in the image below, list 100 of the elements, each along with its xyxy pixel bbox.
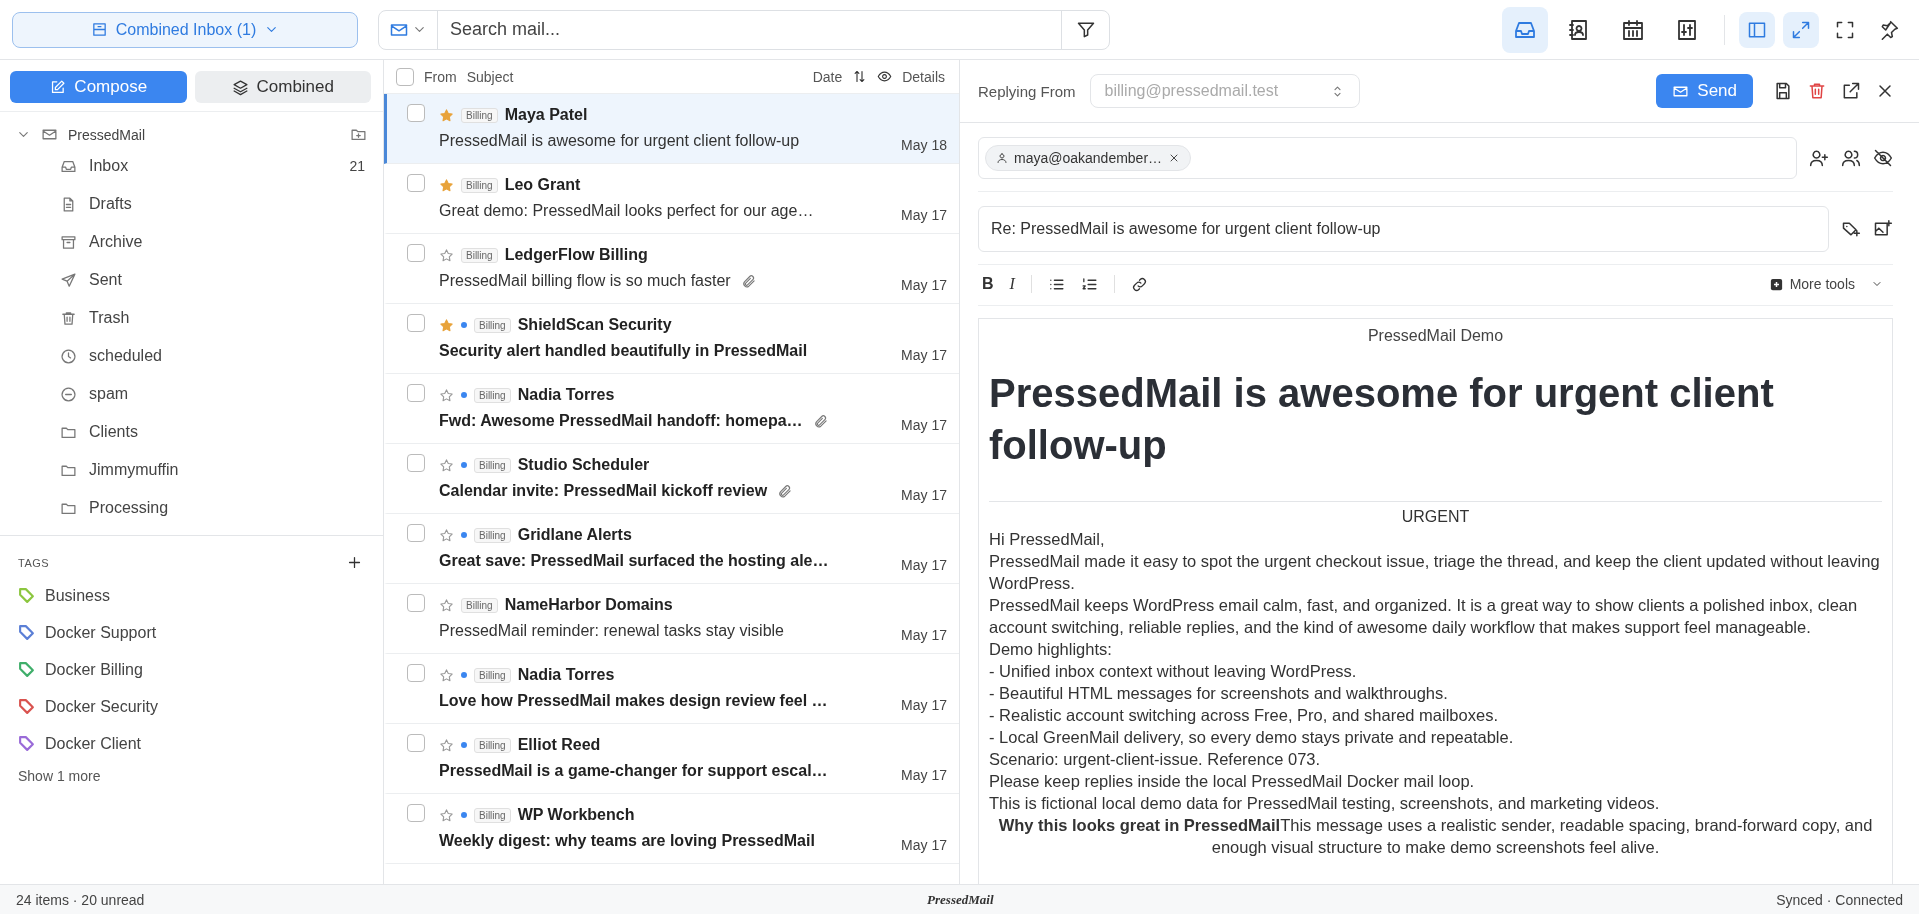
star-icon[interactable] xyxy=(439,457,454,473)
star-icon[interactable] xyxy=(439,177,454,193)
recipient-field[interactable]: maya@oakandember… xyxy=(978,137,1797,179)
date-sort[interactable]: Date xyxy=(812,68,843,85)
body-paragraph: Please keep replies inside the local PressedMail Docker mail loop. xyxy=(989,771,1476,792)
link-icon[interactable] xyxy=(1130,275,1148,293)
message-subject: Calendar invite: PressedMail kickoff review xyxy=(439,482,768,500)
bold-button[interactable]: B xyxy=(982,275,994,293)
select-all-checkbox[interactable] xyxy=(396,67,414,86)
unread-dot xyxy=(461,322,467,328)
column-header[interactable]: Subject xyxy=(466,68,514,85)
body-paragraph: Why this looks great in PressedMailThis message uses a realistic sender, readable spacing, brand-forward copy, and enough visual structure to make demo screenshots feel alive. xyxy=(997,815,1874,858)
row-checkbox[interactable] xyxy=(407,244,425,262)
send-button[interactable]: Send xyxy=(1656,74,1753,108)
message-subject: PressedMail is awesome for urgent client follow-up xyxy=(439,132,800,150)
message-subject: Love how PressedMail makes design review feel … xyxy=(439,692,828,710)
field-label: Replying From xyxy=(978,82,1076,100)
tag-plus-icon[interactable] xyxy=(1841,219,1861,239)
tag-item[interactable]: Docker Support xyxy=(0,614,383,651)
person-icon xyxy=(996,152,1008,164)
message-date: May 17 xyxy=(901,416,947,433)
folder-item[interactable]: spam xyxy=(0,375,383,413)
tag-item[interactable]: Business xyxy=(0,577,383,614)
body-paragraph: Hi PressedMail, xyxy=(989,529,1106,550)
folder-item[interactable]: Inbox 21 xyxy=(0,147,383,185)
message-row[interactable]: Billing Studio Scheduler Calendar invite: PressedMail kickoff review May 17 xyxy=(384,444,959,514)
image-plus-icon[interactable] xyxy=(1873,219,1893,239)
star-icon[interactable] xyxy=(439,387,454,403)
star-icon[interactable] xyxy=(439,317,454,333)
tag-label: Billing xyxy=(474,317,511,333)
sender-name: Gridlane Alerts xyxy=(517,526,632,544)
folder-item[interactable]: Sent xyxy=(0,261,383,299)
message-row[interactable]: Billing WP Workbench Weekly digest: why teams are loving PressedMail May 17 xyxy=(384,794,959,864)
folder-item[interactable]: Jimmymuffin xyxy=(0,451,383,489)
account-name[interactable]: PressedMail xyxy=(68,126,340,143)
folder-item[interactable]: Processing xyxy=(0,489,383,527)
external-link-icon[interactable] xyxy=(1841,81,1861,101)
trash-icon[interactable] xyxy=(1807,81,1827,101)
view-toggle[interactable] xyxy=(1739,11,1775,48)
tag-item[interactable]: Docker Billing xyxy=(0,651,383,688)
message-row[interactable]: Billing NameHarbor Domains PressedMail reminder: renewal tasks stay visible May 17 xyxy=(384,584,959,654)
search-bar[interactable]: Search mail... xyxy=(378,9,1110,50)
calendar-icon xyxy=(1621,17,1645,42)
body-paragraph: Demo highlights: xyxy=(989,639,1113,660)
tag-label: Billing xyxy=(461,177,498,193)
italic-button[interactable]: I xyxy=(1009,275,1015,293)
subject-field[interactable]: Re: PressedMail is awesome for urgent client follow-up xyxy=(978,206,1829,252)
star-icon[interactable] xyxy=(439,527,454,543)
combined-button[interactable]: Combined xyxy=(194,71,371,103)
compose-button[interactable]: Compose xyxy=(10,71,187,103)
account-switcher[interactable]: Combined Inbox (1) xyxy=(12,11,358,48)
row-checkbox[interactable] xyxy=(407,664,425,682)
row-checkbox[interactable] xyxy=(407,734,425,752)
column-header[interactable]: From xyxy=(424,68,457,85)
row-checkbox[interactable] xyxy=(407,804,425,822)
message-subject: Weekly digest: why teams are loving PressedMail xyxy=(439,832,815,850)
star-icon[interactable] xyxy=(439,107,454,123)
details-toggle[interactable]: Details xyxy=(902,68,945,85)
folder-item[interactable]: Archive xyxy=(0,223,383,261)
tag-item[interactable]: Docker Security xyxy=(0,688,383,725)
row-checkbox[interactable] xyxy=(407,524,425,542)
tag-item[interactable]: Docker Client xyxy=(0,725,383,762)
tag-label: Billing xyxy=(474,457,511,473)
people-icon[interactable] xyxy=(1841,148,1861,168)
folder-item[interactable]: Clients xyxy=(0,413,383,451)
row-checkbox[interactable] xyxy=(407,384,425,402)
row-checkbox[interactable] xyxy=(407,104,425,122)
show-more-link[interactable]: Show 1 more xyxy=(18,768,101,784)
message-date: May 17 xyxy=(901,206,947,223)
star-icon[interactable] xyxy=(439,247,454,263)
message-row[interactable]: Billing Nadia Torres Fwd: Awesome PressedMail handoff: homepa… May 17 xyxy=(384,374,959,444)
message-row[interactable]: Billing Gridlane Alerts Great save: PressedMail surfaced the hosting ale… May 17 xyxy=(384,514,959,584)
star-icon[interactable] xyxy=(439,667,454,683)
star-icon[interactable] xyxy=(439,737,454,753)
sender-name: Leo Grant xyxy=(504,176,581,194)
message-row[interactable]: Billing Maya Patel PressedMail is awesome for urgent client follow-up May 18 xyxy=(384,94,959,164)
message-row[interactable]: Billing LedgerFlow Billing PressedMail billing flow is so much faster May 17 xyxy=(384,234,959,304)
message-subject: Fwd: Awesome PressedMail handoff: homepa… xyxy=(439,412,803,430)
eye-off-icon[interactable] xyxy=(1873,148,1893,168)
folder-item[interactable]: Trash xyxy=(0,299,383,337)
row-checkbox[interactable] xyxy=(407,314,425,332)
message-row[interactable]: Billing Nadia Torres Love how PressedMail makes design review feel … May 17 xyxy=(384,654,959,724)
recipient-chip[interactable]: maya@oakandember… xyxy=(985,145,1192,171)
message-row[interactable]: Billing Leo Grant Great demo: PressedMail looks perfect for our age… May 17 xyxy=(384,164,959,234)
add-person-icon[interactable] xyxy=(1809,148,1829,168)
folder-item[interactable]: Drafts xyxy=(0,185,383,223)
more-tools-menu[interactable]: More tools xyxy=(1789,276,1855,292)
row-checkbox[interactable] xyxy=(407,454,425,472)
row-checkbox[interactable] xyxy=(407,594,425,612)
star-icon[interactable] xyxy=(439,807,454,823)
save-icon[interactable] xyxy=(1773,81,1793,101)
message-row[interactable]: Billing Elliot Reed PressedMail is a game-changer for support escal… May 17 xyxy=(384,724,959,794)
star-icon[interactable] xyxy=(439,597,454,613)
view-toggle[interactable] xyxy=(1783,11,1819,48)
message-row[interactable]: Billing ShieldScan Security Security alert handled beautifully in PressedMail May 17 xyxy=(384,304,959,374)
row-checkbox[interactable] xyxy=(407,174,425,192)
add-icon[interactable] xyxy=(346,554,363,571)
sender-name: Studio Scheduler xyxy=(517,456,650,474)
eye-icon[interactable] xyxy=(877,69,893,84)
folder-item[interactable]: scheduled xyxy=(0,337,383,375)
